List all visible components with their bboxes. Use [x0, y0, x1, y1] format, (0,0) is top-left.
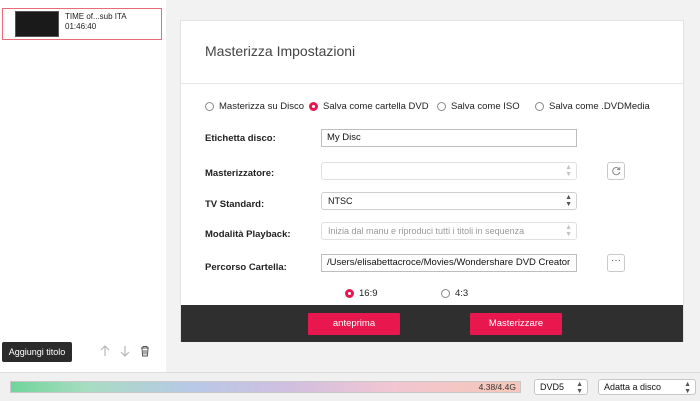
select-arrows-icon: ▲ ▼: [565, 224, 572, 238]
disc-type-value: DVD5: [540, 382, 565, 392]
radio-save-dvdmedia[interactable]: Salva come .DVDMedia: [535, 99, 650, 113]
radio-save-dvd-folder[interactable]: Salva come cartella DVD: [309, 99, 429, 113]
title-list-panel: TIME of...sub ITA 01:46:40 Aggiungi tito…: [0, 0, 167, 372]
action-footer: anteprima Masterizzare: [181, 305, 683, 342]
disc-label-input[interactable]: My Disc: [321, 129, 577, 147]
tv-standard-label: TV Standard:: [205, 199, 265, 210]
fit-mode-value: Adatta a disco: [604, 382, 662, 392]
select-arrows-icon: ▲ ▼: [565, 194, 572, 208]
radio-indicator[interactable]: [441, 288, 450, 298]
tv-standard-value: NTSC: [328, 196, 353, 206]
title-list-footer: Aggiungi titolo: [0, 338, 166, 372]
radio-indicator[interactable]: [535, 101, 544, 111]
radio-label: Salva come cartella DVD: [323, 100, 429, 112]
disc-type-select[interactable]: DVD5 ▲ ▼: [534, 379, 588, 395]
title-duration: 01:46:40: [65, 22, 97, 31]
disc-capacity-bar: 4.38/4.4G: [10, 381, 521, 393]
radio-label: Masterizza su Disco: [219, 100, 304, 112]
radio-indicator-selected[interactable]: [309, 101, 318, 111]
radio-label: 16:9: [359, 287, 378, 299]
disc-label-label: Etichetta disco:: [205, 133, 276, 144]
radio-indicator-selected[interactable]: [345, 288, 354, 298]
folder-path-input[interactable]: /Users/elisabettacroce/Movies/Wondershar…: [321, 254, 577, 272]
refresh-icon: [612, 167, 621, 176]
select-arrows-icon: ▲ ▼: [684, 381, 691, 395]
main-area: Masterizza Impostazioni Masterizza su Di…: [166, 0, 700, 372]
arrow-down-icon[interactable]: [118, 344, 132, 358]
preview-button[interactable]: anteprima: [308, 313, 400, 335]
burn-settings-panel: Masterizza Impostazioni Masterizza su Di…: [180, 20, 684, 342]
arrow-up-icon[interactable]: [98, 344, 112, 358]
select-arrows-icon: ▲ ▼: [576, 381, 583, 395]
radio-label: Salva come ISO: [451, 100, 520, 112]
divider: [181, 83, 683, 84]
browse-folder-button[interactable]: ···: [607, 254, 625, 272]
folder-path-label: Percorso Cartella:: [205, 262, 287, 273]
title-list-item[interactable]: TIME of...sub ITA 01:46:40: [2, 8, 162, 40]
radio-label: 4:3: [455, 287, 469, 299]
refresh-button[interactable]: [607, 162, 625, 180]
burner-label: Masterizzatore:: [205, 168, 275, 179]
trash-icon[interactable]: [138, 344, 152, 358]
radio-aspect-16-9[interactable]: 16:9: [345, 286, 378, 300]
add-title-button[interactable]: Aggiungi titolo: [2, 342, 72, 362]
radio-save-iso[interactable]: Salva come ISO: [437, 99, 520, 113]
playback-mode-value: Inizia dal manu e riproduci tutti i tito…: [328, 226, 525, 236]
capacity-text: 4.38/4.4G: [478, 382, 516, 392]
radio-aspect-4-3[interactable]: 4:3: [441, 286, 468, 300]
panel-title: Masterizza Impostazioni: [205, 43, 356, 59]
video-thumbnail: [15, 11, 59, 37]
radio-indicator[interactable]: [205, 101, 214, 111]
select-arrows-icon: ▲ ▼: [565, 164, 572, 178]
burn-button[interactable]: Masterizzare: [470, 313, 562, 335]
radio-burn-to-disc[interactable]: Masterizza su Disco: [205, 99, 304, 113]
title-name: TIME of...sub ITA: [65, 12, 127, 21]
fit-mode-select[interactable]: Adatta a disco ▲ ▼: [598, 379, 696, 395]
tv-standard-select[interactable]: NTSC ▲ ▼: [321, 192, 577, 210]
playback-mode-label: Modalità Playback:: [205, 229, 291, 240]
radio-label: Salva come .DVDMedia: [549, 100, 650, 112]
playback-mode-select[interactable]: Inizia dal manu e riproduci tutti i tito…: [321, 222, 577, 240]
burner-select[interactable]: ▲ ▼: [321, 162, 577, 180]
radio-indicator[interactable]: [437, 101, 446, 111]
status-bar: 4.38/4.4G DVD5 ▲ ▼ Adatta a disco ▲ ▼: [0, 372, 700, 401]
